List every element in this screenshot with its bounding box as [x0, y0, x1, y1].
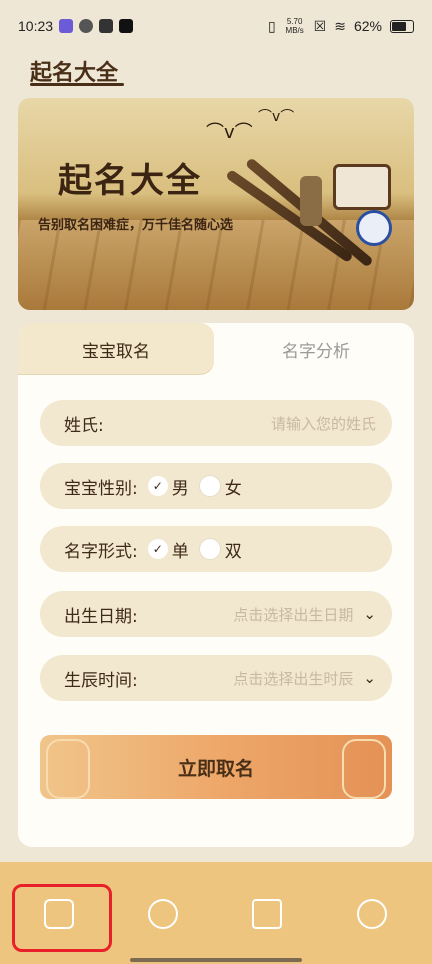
tiktok-icon — [119, 19, 134, 33]
net-speed: 5.70 MB/s — [285, 17, 304, 35]
check-icon: ✓ — [147, 539, 168, 559]
sim-icon: ☒ — [313, 17, 327, 34]
box-app-icon — [99, 19, 114, 33]
clock: 10:23 — [18, 18, 54, 34]
seal-icon — [300, 176, 322, 226]
chevron-down-icon: ⌄ — [363, 669, 376, 687]
banner-image: ⌒v⌒ ⌒v⌒ 起名大全 — [18, 98, 414, 310]
surname-input[interactable]: 请输入您的姓氏 — [271, 413, 376, 434]
status-bar: 10:23 ▯ 5.70 MB/s ☒ ≋ 62% — [0, 0, 432, 52]
swallow-icon: ⌒v⌒ — [206, 122, 253, 143]
gender-option-male[interactable]: ✓ 男 — [147, 474, 189, 499]
chevron-down-icon: ⌄ — [363, 605, 376, 623]
name-form-option-single[interactable]: ✓ 单 — [147, 537, 189, 562]
radio-icon — [198, 475, 221, 497]
name-form-option-double[interactable]: 双 — [198, 537, 242, 562]
swallow-icon: ⌒v⌒ — [258, 109, 295, 125]
birth-time-field[interactable]: 生辰时间: 点击选择出生时辰 ⌄ — [40, 655, 392, 701]
option-label: 男 — [171, 478, 189, 499]
inkpad-icon — [333, 164, 391, 210]
battery-percent: 62% — [353, 18, 382, 34]
selection-highlight — [12, 884, 112, 952]
generate-names-button[interactable]: 立即取名 — [40, 735, 392, 799]
name-form-label: 名字形式: — [64, 541, 138, 562]
gender-field: 宝宝性别: ✓ 男 女 — [40, 463, 392, 509]
banner-calligraphy: 起名大全 — [58, 161, 202, 201]
nav-profile[interactable] — [342, 884, 402, 944]
link-app-icon — [79, 19, 94, 33]
analysis-icon — [148, 899, 178, 929]
wifi-icon: ≋ — [334, 17, 346, 34]
gender-label: 宝宝性别: — [64, 478, 138, 499]
tab-baby-naming[interactable]: 宝宝取名 — [18, 323, 214, 375]
title-underline — [30, 83, 124, 86]
naming-panel: 宝宝取名 名字分析 姓氏: 请输入您的姓氏 宝宝性别: ✓ 男 女 名字形式: … — [18, 323, 414, 847]
check-icon: ✓ — [147, 476, 168, 496]
surname-label: 姓氏: — [64, 415, 104, 436]
birth-date-field[interactable]: 出生日期: 点击选择出生日期 ⌄ — [40, 591, 392, 637]
gender-option-female[interactable]: 女 — [198, 474, 242, 499]
profile-icon — [357, 899, 387, 929]
birth-date-label: 出生日期: — [64, 606, 138, 627]
home-indicator[interactable] — [130, 958, 302, 962]
nav-analysis[interactable] — [133, 884, 193, 944]
option-label: 女 — [224, 478, 242, 499]
cloud-ornament-icon — [342, 739, 386, 799]
option-label: 单 — [171, 541, 189, 562]
porcelain-icon — [356, 210, 392, 246]
surname-field[interactable]: 姓氏: 请输入您的姓氏 — [40, 400, 392, 446]
radio-icon — [198, 538, 221, 560]
nav-calendar[interactable] — [237, 884, 297, 944]
birth-time-label: 生辰时间: — [64, 670, 138, 691]
birth-time-placeholder: 点击选择出生时辰 — [233, 669, 354, 688]
banner-subtitle: 告别取名困难症，万千佳名随心选 — [38, 218, 234, 233]
name-form-field: 名字形式: ✓ 单 双 — [40, 526, 392, 572]
game-app-icon — [59, 19, 74, 33]
option-label: 双 — [224, 541, 242, 562]
button-label: 立即取名 — [177, 757, 254, 780]
vibrate-icon: ▯ — [267, 17, 276, 34]
tab-name-analysis[interactable]: 名字分析 — [218, 323, 414, 375]
cloud-ornament-icon — [46, 739, 90, 799]
calendar-icon — [252, 899, 282, 929]
birth-date-placeholder: 点击选择出生日期 — [233, 605, 354, 624]
wooden-table — [18, 220, 414, 310]
battery-icon — [390, 19, 414, 33]
